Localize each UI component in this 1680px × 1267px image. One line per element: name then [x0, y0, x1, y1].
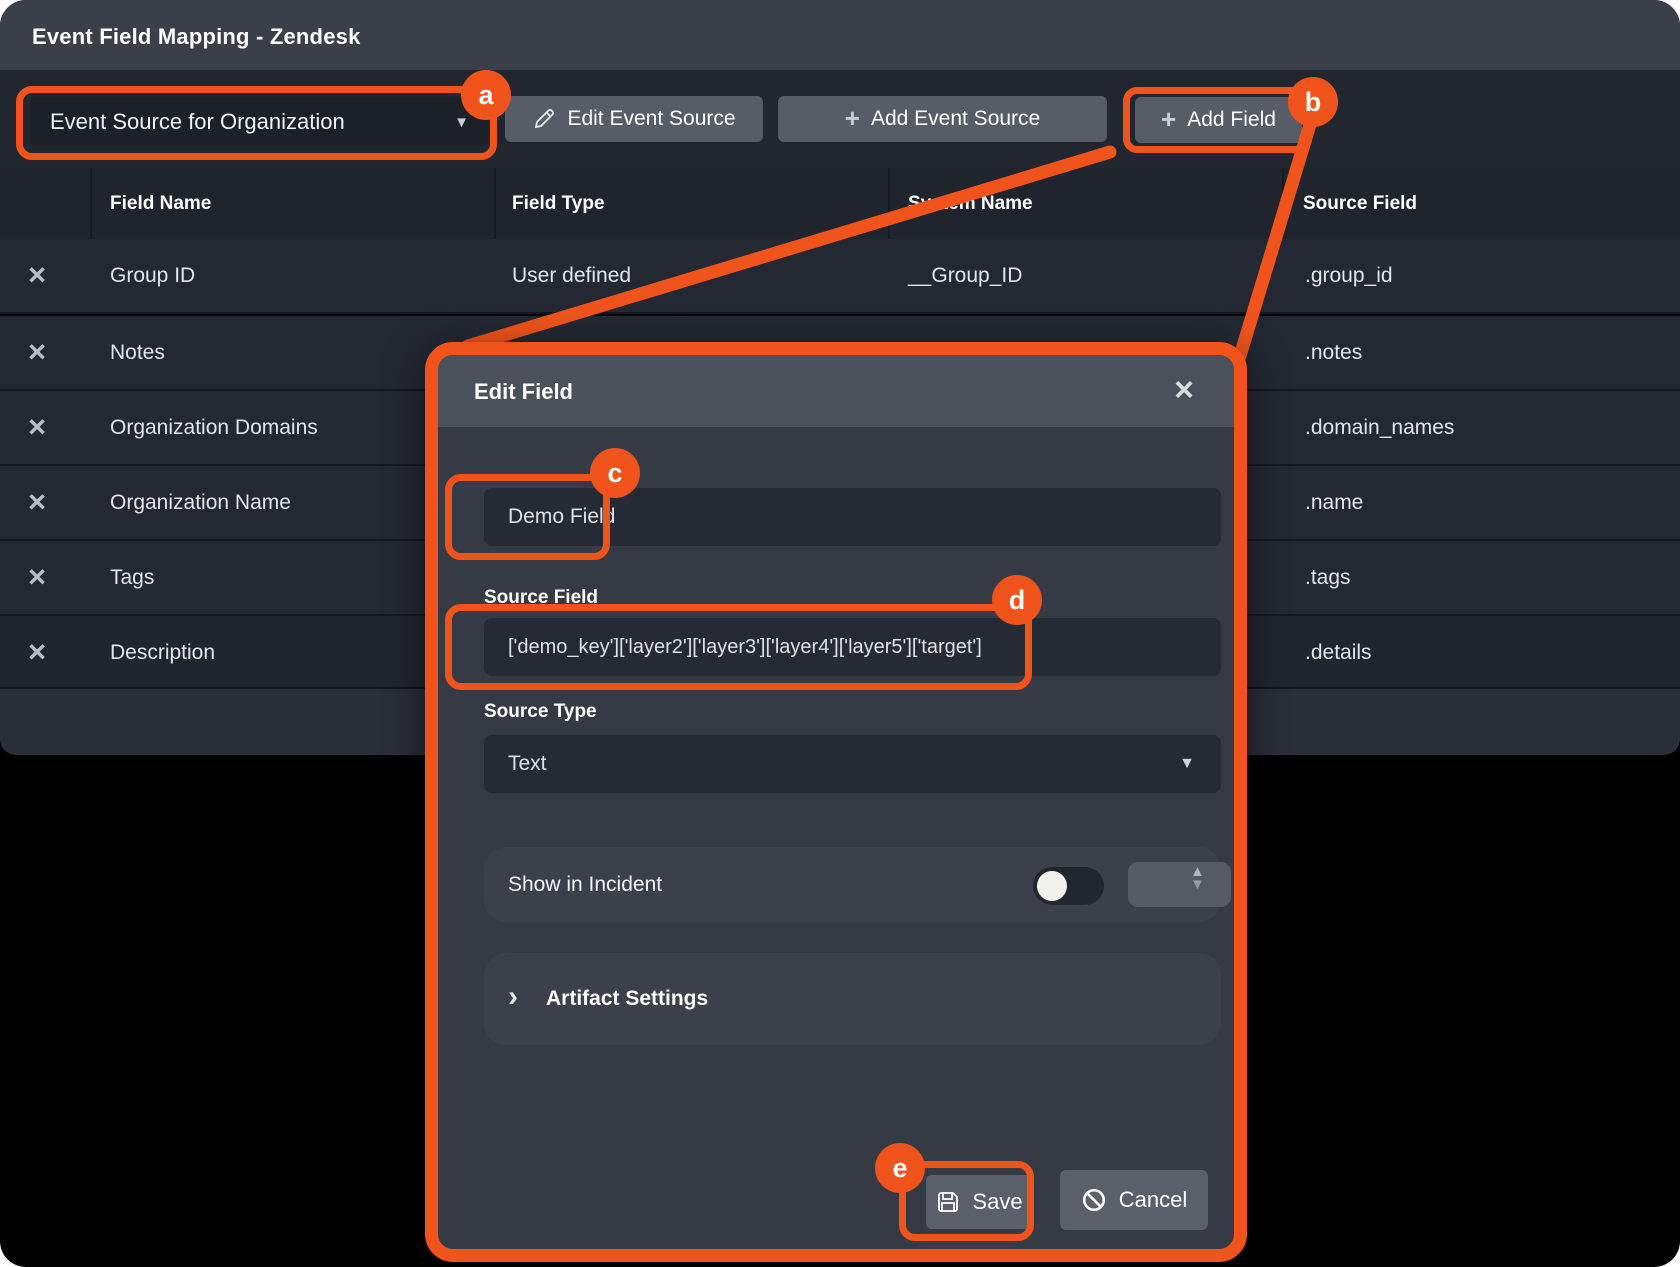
delete-row-icon[interactable]: × — [14, 239, 60, 312]
cell-field-name: Group ID — [110, 239, 195, 312]
chevron-down-icon: ▼ — [1179, 735, 1195, 793]
col-header-field-name: Field Name — [110, 168, 211, 239]
event-source-dropdown-value: Event Source for Organization — [50, 109, 345, 135]
cancel-button[interactable]: Cancel — [1060, 1170, 1208, 1230]
add-field-button[interactable]: + Add Field — [1135, 97, 1302, 143]
floppy-disk-icon — [936, 1190, 960, 1214]
incident-order-stepper[interactable]: ▲ ▼ — [1128, 862, 1231, 907]
event-source-dropdown[interactable]: Event Source for Organization ▼ — [30, 98, 489, 146]
cell-source-field: .details — [1305, 616, 1372, 689]
modal-title: Edit Field — [474, 355, 573, 427]
pencil-icon — [532, 107, 556, 131]
cell-field-name: Organization Name — [110, 466, 291, 539]
cell-system-name: __Group_ID — [908, 239, 1022, 312]
cell-field-type: User defined — [512, 239, 631, 312]
column-divider — [494, 168, 496, 239]
show-in-incident-card: Show in Incident ▲ ▼ — [484, 847, 1221, 922]
table-header-row: Field Name Field Type System Name Source… — [0, 168, 1680, 239]
modal-header: Edit Field × — [438, 355, 1234, 427]
plus-icon: + — [1161, 106, 1176, 132]
save-button[interactable]: Save — [926, 1175, 1033, 1229]
artifact-settings-expander[interactable]: › Artifact Settings — [484, 953, 1221, 1045]
cell-field-name: Tags — [110, 541, 154, 614]
chevron-right-icon: › — [508, 953, 518, 1045]
stepper-down-icon[interactable]: ▼ — [1190, 877, 1205, 892]
source-type-select[interactable]: Text ▼ — [484, 735, 1221, 793]
save-label: Save — [972, 1189, 1022, 1215]
column-divider — [90, 168, 92, 239]
column-divider — [1282, 168, 1284, 239]
plus-icon: + — [845, 105, 860, 131]
col-header-field-type: Field Type — [512, 168, 605, 239]
chevron-down-icon: ▼ — [454, 114, 469, 131]
cell-field-name: Notes — [110, 316, 165, 389]
show-in-incident-toggle[interactable] — [1033, 867, 1104, 905]
edit-event-source-label: Edit Event Source — [567, 107, 735, 131]
source-field-input[interactable]: ['demo_key']['layer2']['layer3']['layer4… — [484, 618, 1221, 676]
edit-event-source-button[interactable]: Edit Event Source — [505, 96, 763, 142]
cell-source-field: .tags — [1305, 541, 1351, 614]
field-name-input[interactable]: Demo Field — [484, 488, 1221, 546]
source-type-value: Text — [508, 752, 547, 775]
window-titlebar: Event Field Mapping - Zendesk — [0, 0, 1680, 70]
cell-field-name: Organization Domains — [110, 391, 318, 464]
toggle-knob — [1037, 871, 1067, 901]
cancel-icon — [1081, 1187, 1107, 1213]
artifact-settings-label: Artifact Settings — [546, 953, 708, 1045]
delete-row-icon[interactable]: × — [14, 616, 60, 689]
cell-source-field: .notes — [1305, 316, 1362, 389]
source-field-label: Source Field — [484, 587, 598, 609]
table-row: × Group ID User defined __Group_ID .grou… — [0, 239, 1680, 314]
add-field-label: Add Field — [1187, 108, 1276, 132]
page-title: Event Field Mapping - Zendesk — [32, 0, 361, 70]
cell-source-field: .domain_names — [1305, 391, 1454, 464]
show-in-incident-label: Show in Incident — [508, 847, 662, 922]
close-icon[interactable]: × — [1162, 369, 1206, 413]
col-header-source-field: Source Field — [1303, 168, 1417, 239]
column-divider — [888, 168, 890, 239]
cell-field-name: Description — [110, 616, 215, 689]
source-type-label: Source Type — [484, 701, 597, 723]
delete-row-icon[interactable]: × — [14, 391, 60, 464]
delete-row-icon[interactable]: × — [14, 466, 60, 539]
stepper-arrows-icon: ▲ ▼ — [1190, 864, 1205, 892]
edit-field-modal: Edit Field × Field Name Demo Field Sourc… — [425, 342, 1247, 1262]
delete-row-icon[interactable]: × — [14, 541, 60, 614]
cell-source-field: .name — [1305, 466, 1363, 539]
cancel-label: Cancel — [1119, 1187, 1187, 1213]
delete-row-icon[interactable]: × — [14, 316, 60, 389]
add-event-source-label: Add Event Source — [871, 107, 1040, 131]
col-header-system-name: System Name — [908, 168, 1033, 239]
app-window: Event Field Mapping - Zendesk Event Sour… — [0, 0, 1680, 1267]
cell-source-field: .group_id — [1305, 239, 1393, 312]
add-event-source-button[interactable]: + Add Event Source — [778, 96, 1107, 142]
